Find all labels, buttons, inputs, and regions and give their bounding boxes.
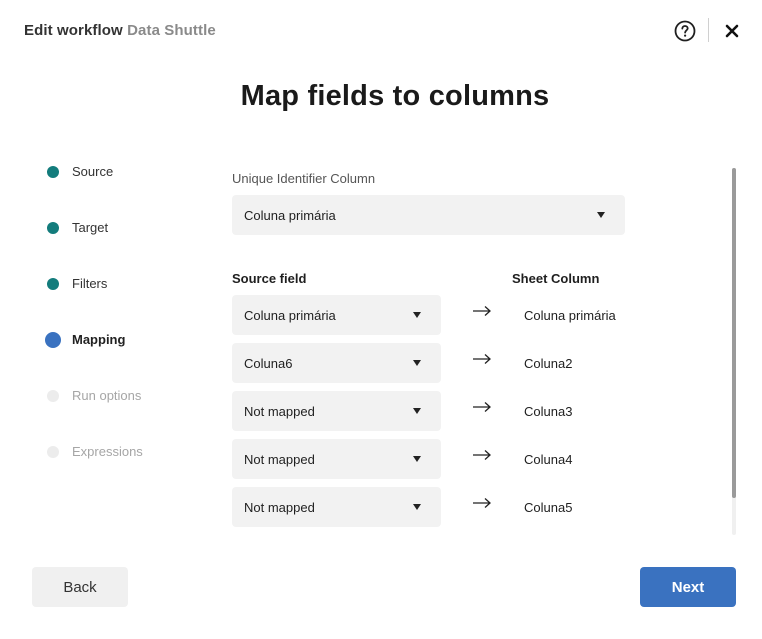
select-value: Not mapped: [244, 403, 315, 419]
select-value: Not mapped: [244, 451, 315, 467]
step-label: Target: [72, 220, 109, 235]
select-value: Coluna6: [244, 355, 293, 371]
source-field-select[interactable]: Not mapped: [232, 391, 441, 431]
source-field-header: Source field: [232, 271, 307, 286]
step-label: Source: [72, 164, 114, 179]
back-button[interactable]: Back: [32, 567, 128, 607]
step-status-dot: [47, 446, 59, 458]
select-value: Coluna primária: [244, 207, 336, 223]
arrow-right-icon: [473, 354, 491, 364]
caret-down-icon: [597, 212, 605, 218]
sheet-column-name: Coluna5: [524, 500, 573, 515]
next-button[interactable]: Next: [640, 567, 736, 607]
caret-down-icon: [413, 360, 421, 366]
dialog-title: Edit workflow Data Shuttle: [24, 22, 216, 39]
mapping-row: Not mapped Coluna3: [232, 391, 632, 431]
step-label: Mapping: [72, 332, 126, 347]
source-field-select[interactable]: Coluna6: [232, 343, 441, 383]
scrollbar-thumb[interactable]: [732, 168, 736, 498]
step-status-dot: [47, 222, 59, 234]
caret-down-icon: [413, 312, 421, 318]
dialog-title-prefix: Edit workflow: [24, 22, 123, 39]
step-status-dot: [47, 390, 59, 402]
step-status-dot: [47, 166, 59, 178]
close-icon[interactable]: [724, 23, 740, 39]
arrow-right-icon: [473, 450, 491, 460]
sheet-column-name: Coluna3: [524, 404, 573, 419]
step-label: Filters: [72, 276, 108, 291]
caret-down-icon: [413, 456, 421, 462]
sheet-column-name: Coluna primária: [524, 308, 616, 323]
source-field-select[interactable]: Not mapped: [232, 439, 441, 479]
help-icon[interactable]: [674, 20, 696, 42]
sheet-column-name: Coluna4: [524, 452, 573, 467]
source-field-select[interactable]: Coluna primária: [232, 295, 441, 335]
unique-identifier-select[interactable]: Coluna primária: [232, 195, 625, 235]
step-status-dot: [47, 278, 59, 290]
sheet-column-name: Coluna2: [524, 356, 573, 371]
caret-down-icon: [413, 408, 421, 414]
mapping-row: Not mapped Coluna5: [232, 487, 632, 527]
sheet-column-header: Sheet Column: [512, 271, 600, 286]
step-status-dot: [45, 332, 61, 348]
mapping-row: Coluna6 Coluna2: [232, 343, 632, 383]
workflow-name: Data Shuttle: [127, 22, 216, 39]
step-label: Run options: [72, 388, 142, 403]
source-field-select[interactable]: Not mapped: [232, 487, 441, 527]
page-title: Map fields to columns: [240, 80, 550, 112]
arrow-right-icon: [473, 402, 491, 412]
arrow-right-icon: [473, 306, 491, 316]
step-label: Expressions: [72, 444, 143, 459]
mapping-row: Not mapped Coluna4: [232, 439, 632, 479]
scrollbar[interactable]: [732, 168, 736, 535]
select-value: Not mapped: [244, 499, 315, 515]
caret-down-icon: [413, 504, 421, 510]
select-value: Coluna primária: [244, 307, 336, 323]
arrow-right-icon: [473, 498, 491, 508]
unique-identifier-label: Unique Identifier Column: [232, 171, 376, 186]
header-divider: [708, 18, 709, 42]
mapping-row: Coluna primária Coluna primária: [232, 295, 632, 335]
